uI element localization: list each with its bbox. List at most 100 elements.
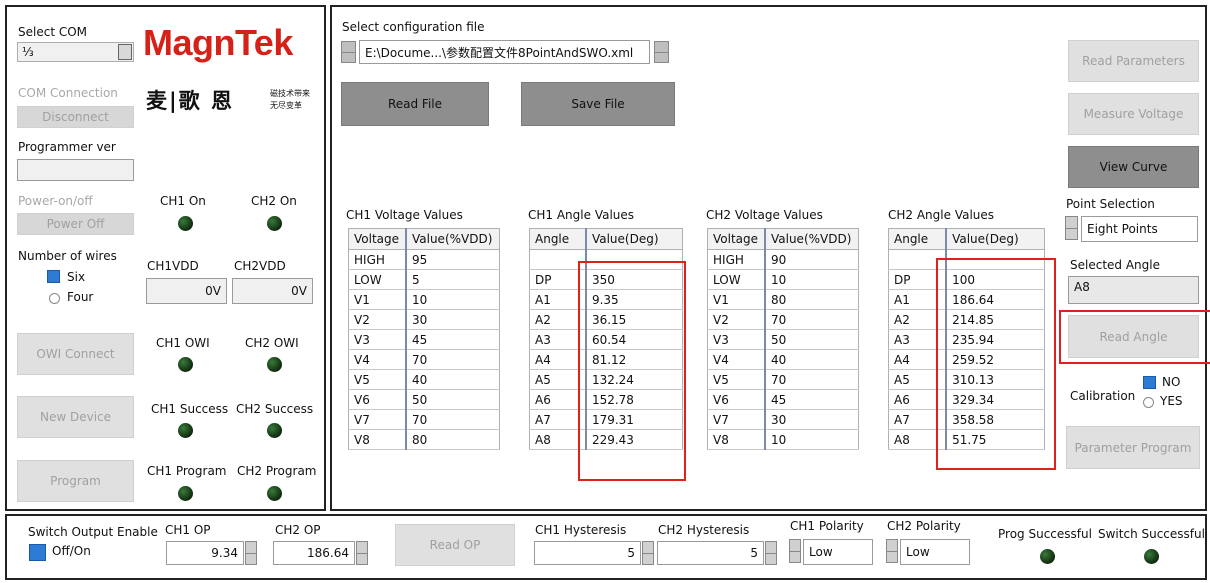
wires-label: Number of wires — [18, 249, 117, 263]
row-label-cell: V1 — [707, 289, 766, 310]
ch2-polarity-field[interactable]: Low — [900, 539, 970, 565]
ch1-hysteresis-spin[interactable] — [642, 541, 654, 565]
row-label-cell: V8 — [348, 429, 407, 450]
ch1-op-spin[interactable] — [245, 541, 257, 565]
ch1vdd-label: CH1VDD — [147, 259, 199, 273]
value-cell[interactable]: 10 — [764, 429, 859, 450]
ch2-program-led — [267, 486, 282, 501]
ch2vdd-label: CH2VDD — [234, 259, 286, 273]
table-row: V1 80 — [707, 289, 859, 310]
table-row: V2 70 — [707, 309, 859, 330]
value-cell[interactable]: 30 — [764, 409, 859, 430]
value-cell[interactable]: 50 — [405, 389, 500, 410]
ch1-op-field[interactable]: 9.34 — [166, 541, 244, 565]
row-label-cell: V1 — [348, 289, 407, 310]
view-curve-button[interactable]: View Curve — [1068, 146, 1199, 188]
value-cell[interactable]: 10 — [405, 289, 500, 310]
value-cell[interactable]: 40 — [405, 369, 500, 390]
logo-chinese-name: 麦|歌 恩 — [146, 89, 234, 113]
value-cell[interactable]: 5 — [405, 269, 500, 290]
com-select[interactable]: ⅓ — [17, 42, 134, 62]
parameter-program-button[interactable]: Parameter Program — [1066, 426, 1200, 469]
disconnect-button[interactable]: Disconnect — [17, 106, 134, 128]
config-file-path[interactable]: E:\Docume...\参数配置文件8PointAndSWO.xml — [359, 40, 650, 64]
four-radio[interactable] — [49, 293, 60, 304]
value-cell[interactable]: 70 — [405, 349, 500, 370]
calibration-no-checkbox[interactable] — [1143, 376, 1156, 389]
ch1-hysteresis-field[interactable]: 5 — [534, 541, 641, 565]
value-cell[interactable]: 70 — [405, 409, 500, 430]
value-cell[interactable]: 70 — [764, 369, 859, 390]
ch2-voltage-table: Voltage Value(%VDD) HIGH 90 LOW 10 V1 80 V2 70 V3 5… — [707, 228, 859, 450]
four-label: Four — [67, 290, 94, 304]
program-button[interactable]: Program — [17, 460, 134, 502]
six-checkbox[interactable] — [47, 270, 60, 283]
value-cell[interactable]: 95 — [405, 249, 500, 270]
ch2vdd-field: 0V — [232, 278, 313, 304]
read-file-button[interactable]: Read File — [341, 82, 489, 126]
point-selection-field[interactable]: Eight Points — [1081, 216, 1198, 242]
com-dropdown-button[interactable] — [118, 44, 132, 60]
calibration-yes-radio[interactable] — [1143, 397, 1154, 408]
owi-connect-button[interactable]: OWI Connect — [17, 333, 134, 375]
read-parameters-button[interactable]: Read Parameters — [1068, 40, 1199, 82]
ch1-owi-led — [178, 357, 193, 372]
row-label-cell: HIGH — [348, 249, 407, 270]
table-row: LOW 10 — [707, 269, 859, 290]
new-device-button[interactable]: New Device — [17, 396, 134, 438]
point-selection-spin[interactable] — [1065, 216, 1078, 240]
value-cell[interactable]: 90 — [764, 249, 859, 270]
ch2-op-field[interactable]: 186.64 — [273, 541, 355, 565]
ch2-success-label: CH2 Success — [236, 402, 314, 416]
column-header: Value(%VDD) — [405, 228, 500, 250]
ch1-polarity-field[interactable]: Low — [803, 539, 873, 565]
table-header-row: Voltage Value(%VDD) — [707, 228, 859, 250]
value-cell[interactable]: 80 — [405, 429, 500, 450]
switch-output-checkbox[interactable] — [29, 544, 46, 561]
ch2-polarity-spin[interactable] — [886, 539, 898, 563]
measure-voltage-button[interactable]: Measure Voltage — [1068, 93, 1199, 135]
table-row: V5 40 — [348, 369, 500, 390]
column-header: Voltage — [348, 228, 407, 250]
ch2-op-spin[interactable] — [356, 541, 368, 565]
value-cell[interactable]: 30 — [405, 309, 500, 330]
ch2-hysteresis-field[interactable]: 5 — [657, 541, 764, 565]
value-cell[interactable]: 50 — [764, 329, 859, 350]
value-cell[interactable]: 10 — [764, 269, 859, 290]
programmer-ver-field — [17, 159, 134, 181]
save-file-button[interactable]: Save File — [521, 82, 675, 126]
ch1vdd-field: 0V — [146, 278, 227, 304]
ch2-success-led — [267, 423, 282, 438]
value-cell[interactable]: 45 — [764, 389, 859, 410]
value-cell[interactable]: 40 — [764, 349, 859, 370]
com-value: ⅓ — [22, 45, 34, 59]
ch2-program-label: CH2 Program — [237, 464, 317, 478]
row-label-cell: V2 — [348, 309, 407, 330]
table-header-row: Voltage Value(%VDD) — [348, 228, 500, 250]
switch-successful-label: Switch Successful — [1098, 527, 1205, 541]
six-label: Six — [67, 270, 86, 284]
config-prev-button[interactable] — [341, 41, 356, 63]
value-cell[interactable]: 70 — [764, 309, 859, 330]
prog-successful-label: Prog Successful — [998, 527, 1092, 541]
ch1-program-led — [178, 486, 193, 501]
column-header: Angle — [888, 228, 948, 250]
ch2-hysteresis-spin[interactable] — [765, 541, 777, 565]
read-op-button[interactable]: Read OP — [395, 524, 515, 566]
switch-successful-led — [1144, 549, 1159, 564]
config-browse-button[interactable] — [654, 41, 669, 63]
row-label-cell: V6 — [348, 389, 407, 410]
power-off-button[interactable]: Power Off — [17, 213, 134, 235]
row-label-cell: V5 — [348, 369, 407, 390]
value-cell[interactable]: 45 — [405, 329, 500, 350]
value-cell[interactable]: 80 — [764, 289, 859, 310]
table-row: HIGH 95 — [348, 249, 500, 270]
ch1-voltage-title: CH1 Voltage Values — [346, 208, 463, 222]
ch1-polarity-spin[interactable] — [789, 539, 801, 563]
calibration-no-label: NO — [1162, 375, 1181, 389]
ch1-voltage-table: Voltage Value(%VDD) HIGH 95 LOW 5 V1 10 V2 30 V3 45… — [348, 228, 500, 450]
calibration-label: Calibration — [1070, 389, 1136, 403]
off-on-label: Off/On — [52, 544, 91, 558]
table-row: V4 70 — [348, 349, 500, 370]
table-row: V7 30 — [707, 409, 859, 430]
